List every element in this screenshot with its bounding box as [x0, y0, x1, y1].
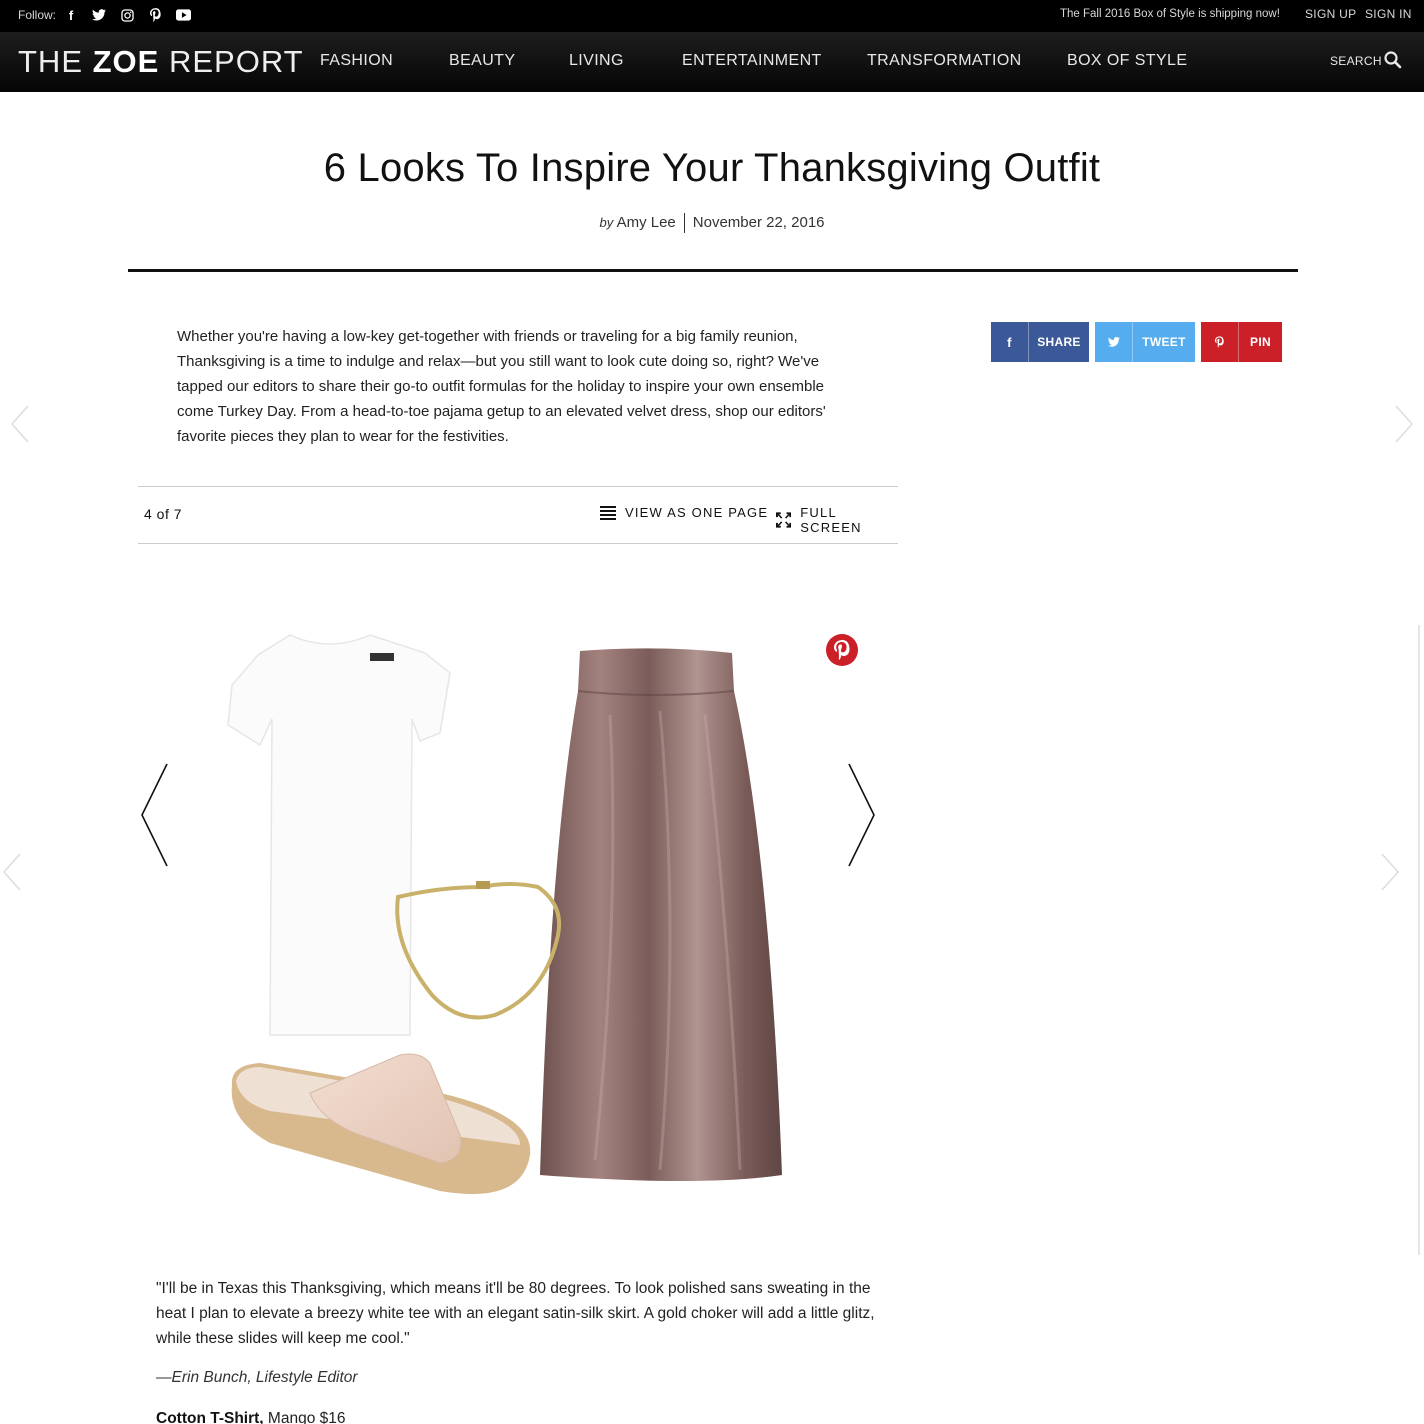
follow-label: Follow: — [18, 8, 57, 22]
top-bar: Follow: f The Fall 2016 Box of Style is … — [0, 0, 1424, 32]
share-label: SHARE — [1037, 335, 1081, 349]
publish-date: November 22, 2016 — [692, 213, 825, 231]
byline-by: by — [599, 214, 614, 230]
tweet-label: TWEET — [1142, 335, 1186, 349]
view-as-one-page-label: VIEW AS ONE PAGE — [625, 505, 769, 520]
quote-attribution: —Erin Bunch, Lifestyle Editor — [156, 1369, 358, 1386]
pinterest-icon — [834, 640, 850, 660]
next-article-arrow-icon[interactable] — [1392, 404, 1416, 444]
next-slide-arrow-icon[interactable] — [846, 762, 876, 868]
full-screen-button[interactable]: FULL SCREEN — [776, 505, 898, 535]
list-icon — [600, 505, 616, 520]
facebook-icon[interactable]: f — [62, 6, 80, 24]
slide-quote: "I'll be in Texas this Thanksgiving, whi… — [156, 1280, 875, 1347]
pin-it-button[interactable] — [826, 634, 858, 666]
main-nav: THE ZOE REPORT FASHION BEAUTY LIVING ENT… — [0, 32, 1424, 92]
product-detail: Mango $16 — [263, 1410, 346, 1424]
facebook-icon: f — [991, 322, 1029, 362]
slide-counter: 4 of 7 — [144, 506, 183, 522]
search-icon[interactable] — [1383, 50, 1403, 70]
nav-item-living[interactable]: LIVING — [569, 52, 624, 70]
instagram-icon[interactable] — [118, 6, 136, 24]
pinterest-icon — [1201, 322, 1239, 362]
social-links: f — [62, 6, 192, 24]
youtube-icon[interactable] — [174, 6, 192, 24]
pinterest-share-button[interactable]: PIN — [1201, 322, 1282, 362]
twitter-share-button[interactable]: TWEET — [1095, 322, 1195, 362]
slideshow-toolbar: 4 of 7 VIEW AS ONE PAGE FULL SCREEN — [138, 486, 898, 544]
facebook-share-button[interactable]: f SHARE — [991, 322, 1089, 362]
article-intro: Whether you're having a low-key get-toge… — [177, 328, 826, 445]
site-logo[interactable]: THE ZOE REPORT — [18, 44, 304, 80]
twitter-icon — [1095, 322, 1133, 362]
product-credit[interactable]: Cotton T-Shirt, Mango $16 — [156, 1410, 346, 1424]
title-divider — [128, 269, 1298, 272]
nav-item-box-of-style[interactable]: BOX OF STYLE — [1067, 52, 1187, 70]
nav-item-fashion[interactable]: FASHION — [320, 52, 393, 70]
byline-divider — [683, 213, 685, 233]
right-divider — [1418, 625, 1420, 1255]
full-screen-label: FULL SCREEN — [800, 505, 862, 535]
twitter-icon[interactable] — [90, 6, 108, 24]
prev-article-arrow-icon[interactable] — [8, 404, 32, 444]
view-as-one-page-button[interactable]: VIEW AS ONE PAGE — [600, 505, 768, 520]
prev-slide-arrow-icon[interactable] — [140, 762, 170, 868]
sign-in-link[interactable]: SIGN IN — [1365, 7, 1412, 21]
pinterest-icon[interactable] — [146, 6, 164, 24]
sign-up-link[interactable]: SIGN UP — [1305, 7, 1356, 21]
product-name: Cotton T-Shirt, — [156, 1410, 264, 1424]
fullscreen-icon — [776, 512, 792, 528]
article-title: 6 Looks To Inspire Your Thanksgiving Out… — [323, 146, 1101, 190]
author-link[interactable]: Amy Lee — [617, 214, 676, 231]
prev-article-arrow-icon[interactable] — [0, 852, 24, 892]
pin-label: PIN — [1250, 335, 1271, 349]
promo-text[interactable]: The Fall 2016 Box of Style is shipping n… — [1060, 8, 1280, 20]
byline: by Amy Lee November 22, 2016 — [0, 213, 1424, 233]
search-label[interactable]: SEARCH — [1330, 54, 1382, 68]
nav-item-beauty[interactable]: BEAUTY — [449, 52, 515, 70]
next-article-arrow-icon[interactable] — [1378, 852, 1402, 892]
nav-item-entertainment[interactable]: ENTERTAINMENT — [682, 52, 822, 70]
outfit-collage-image — [227, 634, 782, 1195]
nav-item-transformation[interactable]: TRANSFORMATION — [867, 52, 1022, 70]
